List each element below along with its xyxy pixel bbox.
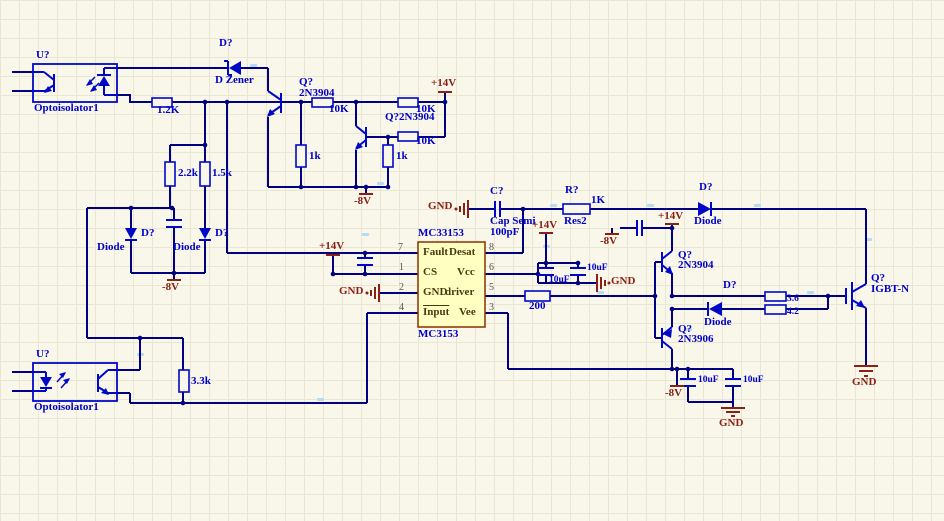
zener-part[interactable]: D Zener bbox=[215, 75, 254, 86]
gnd-bars-pin2 bbox=[366, 284, 380, 302]
transistor-q3-symbol bbox=[662, 251, 673, 275]
r-drive-value[interactable]: 200 bbox=[529, 301, 546, 312]
schematic-artwork[interactable] bbox=[0, 0, 944, 521]
ic-pin3-num: 3 bbox=[489, 303, 494, 313]
transistor-q2-symbol bbox=[355, 126, 366, 150]
ic-pin-fault: Fault bbox=[423, 247, 448, 258]
desat-diode-symbol bbox=[698, 202, 711, 216]
q3-part[interactable]: 2N3904 bbox=[678, 260, 713, 271]
r-pullup1-value[interactable]: 10K bbox=[329, 104, 349, 115]
clamp-diode-right-symbol bbox=[199, 228, 211, 240]
power-n8v-3[interactable]: -8V bbox=[600, 236, 617, 247]
earth-gnd-igbt bbox=[854, 366, 878, 376]
gnd-bars-vcc bbox=[597, 274, 611, 292]
power-p14v-4[interactable]: +14V bbox=[658, 211, 683, 222]
ic-pin8-num: 8 bbox=[489, 243, 494, 253]
d-gate-ref[interactable]: D? bbox=[723, 280, 736, 291]
gnd-bars-capsemi bbox=[455, 200, 469, 218]
power-gnd-5[interactable]: GND bbox=[719, 418, 743, 429]
opto-top-ref[interactable]: U? bbox=[36, 50, 49, 61]
cap-bulk-3-value[interactable]: 10uF bbox=[698, 376, 719, 386]
cap-bulk-4-value[interactable]: 10uF bbox=[743, 376, 764, 386]
power-p14v-2[interactable]: +14V bbox=[319, 241, 344, 252]
ic-pin-input: Input bbox=[423, 307, 449, 318]
r-e1-value[interactable]: 1k bbox=[309, 151, 321, 162]
d-right-part[interactable]: Diode bbox=[173, 242, 201, 253]
d-left-part[interactable]: Diode bbox=[97, 242, 125, 253]
ic-pin-cs: CS bbox=[423, 267, 437, 278]
power-n8v-2[interactable]: -8V bbox=[162, 282, 179, 293]
power-n8v-4[interactable]: -8V bbox=[665, 388, 682, 399]
cap-bulk-2-value[interactable]: 10uF bbox=[587, 264, 608, 274]
power-gnd-4[interactable]: GND bbox=[852, 377, 876, 388]
ic-pin6-num: 6 bbox=[489, 263, 494, 273]
r-gate-on-value[interactable]: 3.6 bbox=[787, 295, 799, 305]
power-gnd-3[interactable]: GND bbox=[611, 276, 635, 287]
earth-gnd-bottom bbox=[721, 408, 745, 416]
optoisolator-top-symbol bbox=[33, 64, 117, 102]
d-left-ref[interactable]: D? bbox=[141, 228, 154, 239]
ic-pin-gnd: GND bbox=[423, 287, 447, 298]
opto-bottom-ref[interactable]: U? bbox=[36, 349, 49, 360]
opto-bottom-part[interactable]: Optoisolator1 bbox=[34, 402, 99, 413]
optoisolator-bottom-symbol bbox=[33, 363, 117, 401]
power-gnd-2[interactable]: GND bbox=[428, 201, 452, 212]
schematic-canvas[interactable]: U? Optoisolator1 U? Optoisolator1 D? D Z… bbox=[0, 0, 944, 521]
ic-pin5-num: 5 bbox=[489, 283, 494, 293]
power-p14v-3[interactable]: +14V bbox=[532, 220, 557, 231]
r-div2-value[interactable]: 1.5k bbox=[212, 168, 232, 179]
ic-part[interactable]: MC3153 bbox=[418, 329, 458, 340]
q1-part[interactable]: 2N3904 bbox=[299, 88, 334, 99]
transistor-q1-symbol bbox=[267, 91, 281, 117]
power-gnd-1[interactable]: GND bbox=[339, 286, 363, 297]
ic-pin-driver: driver bbox=[445, 287, 474, 298]
ic-pin1-num: 1 bbox=[399, 263, 404, 273]
opto-top-part[interactable]: Optoisolator1 bbox=[34, 103, 99, 114]
r-base-value[interactable]: 10K bbox=[416, 136, 436, 147]
res2-value[interactable]: 1K bbox=[591, 195, 605, 206]
r-in-value[interactable]: 1.2K bbox=[157, 105, 179, 116]
zener-ref[interactable]: D? bbox=[219, 38, 232, 49]
ic-pin-vcc: Vcc bbox=[457, 267, 475, 278]
r-e2-value[interactable]: 1k bbox=[396, 151, 408, 162]
r-div1-value[interactable]: 2.2k bbox=[178, 168, 198, 179]
ic-pin7-num: 7 bbox=[398, 243, 403, 253]
power-p14v-1[interactable]: +14V bbox=[431, 78, 456, 89]
gate-diode-symbol bbox=[708, 302, 722, 316]
res2-ref[interactable]: R? bbox=[565, 185, 578, 196]
transistor-q4-symbol bbox=[662, 327, 672, 349]
res2-part[interactable]: Res2 bbox=[564, 216, 587, 227]
ic-pin-desat: Desat bbox=[449, 247, 475, 258]
r-in2-value[interactable]: 3.3k bbox=[191, 376, 211, 387]
d-right-ref[interactable]: D? bbox=[215, 228, 228, 239]
clamp-diode-left-symbol bbox=[125, 228, 137, 240]
d-desat-part[interactable]: Diode bbox=[694, 216, 722, 227]
q2-part[interactable]: Q?2N3904 bbox=[385, 112, 435, 123]
ic-pin2-num: 2 bbox=[399, 283, 404, 293]
ic-pin-vee: Vee bbox=[459, 307, 476, 318]
d-desat-ref[interactable]: D? bbox=[699, 182, 712, 193]
ic-designator[interactable]: MC33153 bbox=[418, 228, 464, 239]
igbt-part[interactable]: IGBT-N bbox=[871, 284, 909, 295]
power-n8v-1[interactable]: -8V bbox=[354, 196, 371, 207]
ic-pin4-num: 4 bbox=[399, 303, 404, 313]
igbt-symbol bbox=[846, 282, 866, 310]
cap-bulk-1-value[interactable]: 10uF bbox=[549, 276, 570, 286]
cap-desat-value[interactable]: 100pF bbox=[490, 227, 519, 238]
cap-desat-ref[interactable]: C? bbox=[490, 186, 503, 197]
q4-part[interactable]: 2N3906 bbox=[678, 334, 713, 345]
d-gate-part[interactable]: Diode bbox=[704, 317, 732, 328]
r-gate-off-value[interactable]: 4.2 bbox=[787, 308, 799, 318]
